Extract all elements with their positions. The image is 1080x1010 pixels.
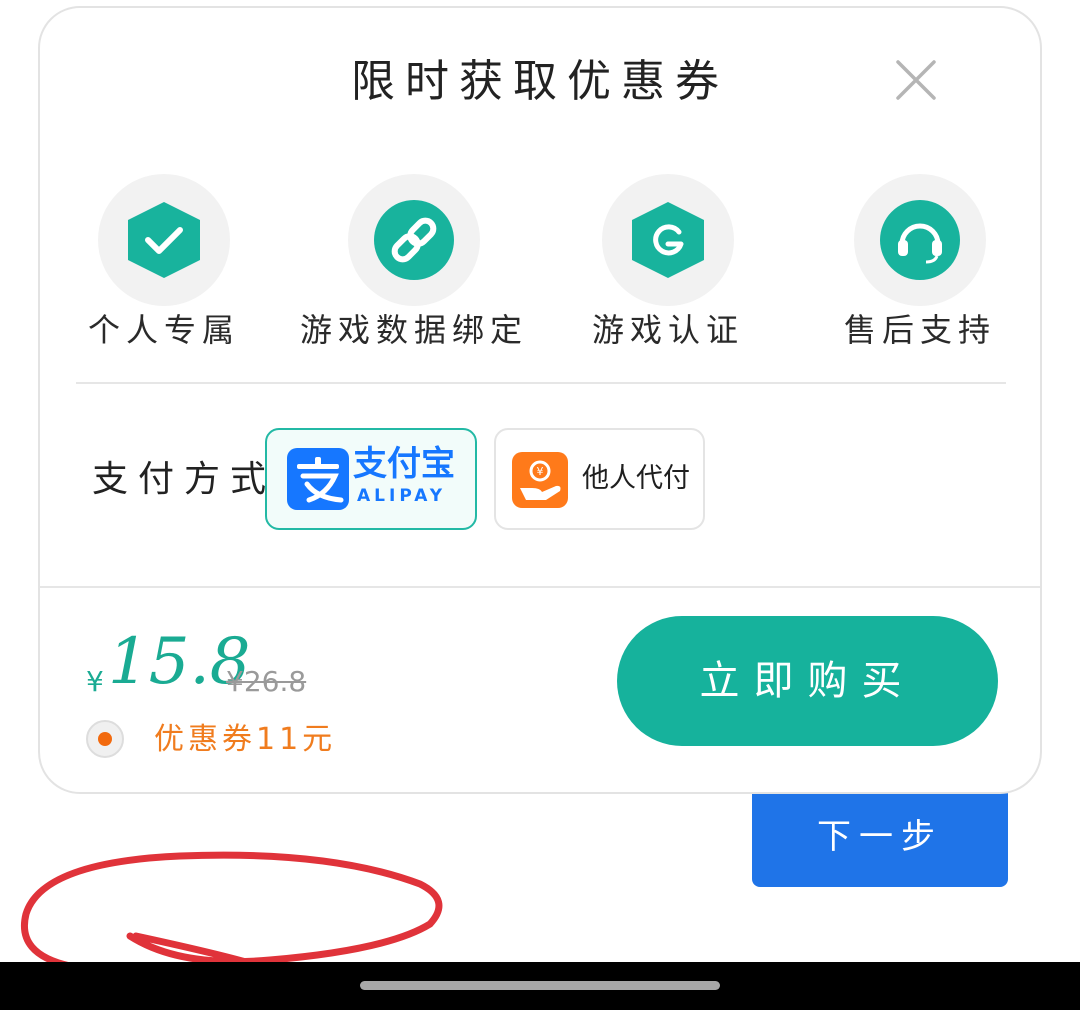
- buy-now-button[interactable]: 立即购买: [617, 616, 998, 746]
- pay-for-me-label: 他人代付: [582, 463, 690, 494]
- coupon-label[interactable]: 优惠券11元: [154, 720, 336, 760]
- payment-option-pay-for-me[interactable]: ¥ 他人代付: [494, 428, 705, 530]
- feature-icon-bg: [98, 174, 230, 306]
- alipay-icon: [287, 448, 349, 510]
- next-step-button[interactable]: 下一步: [752, 790, 1008, 887]
- link-icon: [374, 200, 454, 280]
- dialog-title: 限时获取优惠券: [351, 56, 729, 107]
- alipay-name: 支付宝: [353, 444, 455, 484]
- feature-icon-bg: [602, 174, 734, 306]
- g-badge-icon: [632, 202, 704, 278]
- feature-game-cert: 游戏认证: [548, 174, 788, 354]
- svg-text:¥: ¥: [537, 465, 544, 478]
- feature-label: 游戏数据绑定: [299, 311, 528, 349]
- home-indicator[interactable]: [360, 981, 720, 990]
- close-icon: [896, 60, 936, 100]
- coupon-radio[interactable]: [86, 720, 124, 758]
- divider: [76, 382, 1006, 384]
- feature-label: 个人专属: [87, 311, 240, 349]
- shield-check-icon: [128, 202, 200, 278]
- feature-icon-bg: [348, 174, 480, 306]
- headset-icon: [880, 200, 960, 280]
- original-price: ¥26.8: [226, 665, 307, 698]
- feature-after-sales: 售后支持: [800, 174, 1040, 354]
- feature-data-binding: 游戏数据绑定: [294, 174, 534, 354]
- close-button[interactable]: [894, 58, 938, 102]
- payment-option-alipay[interactable]: 支付宝 ALIPAY: [265, 428, 477, 530]
- divider: [40, 586, 1040, 588]
- payment-method-label: 支付方式: [92, 459, 277, 500]
- radio-dot: [98, 732, 112, 746]
- feature-exclusive: 个人专属: [44, 174, 284, 354]
- price-currency: ¥: [86, 665, 104, 698]
- feature-icon-bg: [854, 174, 986, 306]
- feature-label: 游戏认证: [591, 311, 744, 349]
- feature-label: 售后支持: [843, 311, 996, 349]
- alipay-subtitle: ALIPAY: [357, 486, 447, 506]
- pay-for-me-icon: ¥: [512, 452, 568, 508]
- coupon-dialog: 限时获取优惠券 个人专属 游戏数据绑定 游戏认证 售后支持 支付方式 支付宝 A…: [38, 6, 1042, 794]
- navigation-bar: [0, 962, 1080, 1010]
